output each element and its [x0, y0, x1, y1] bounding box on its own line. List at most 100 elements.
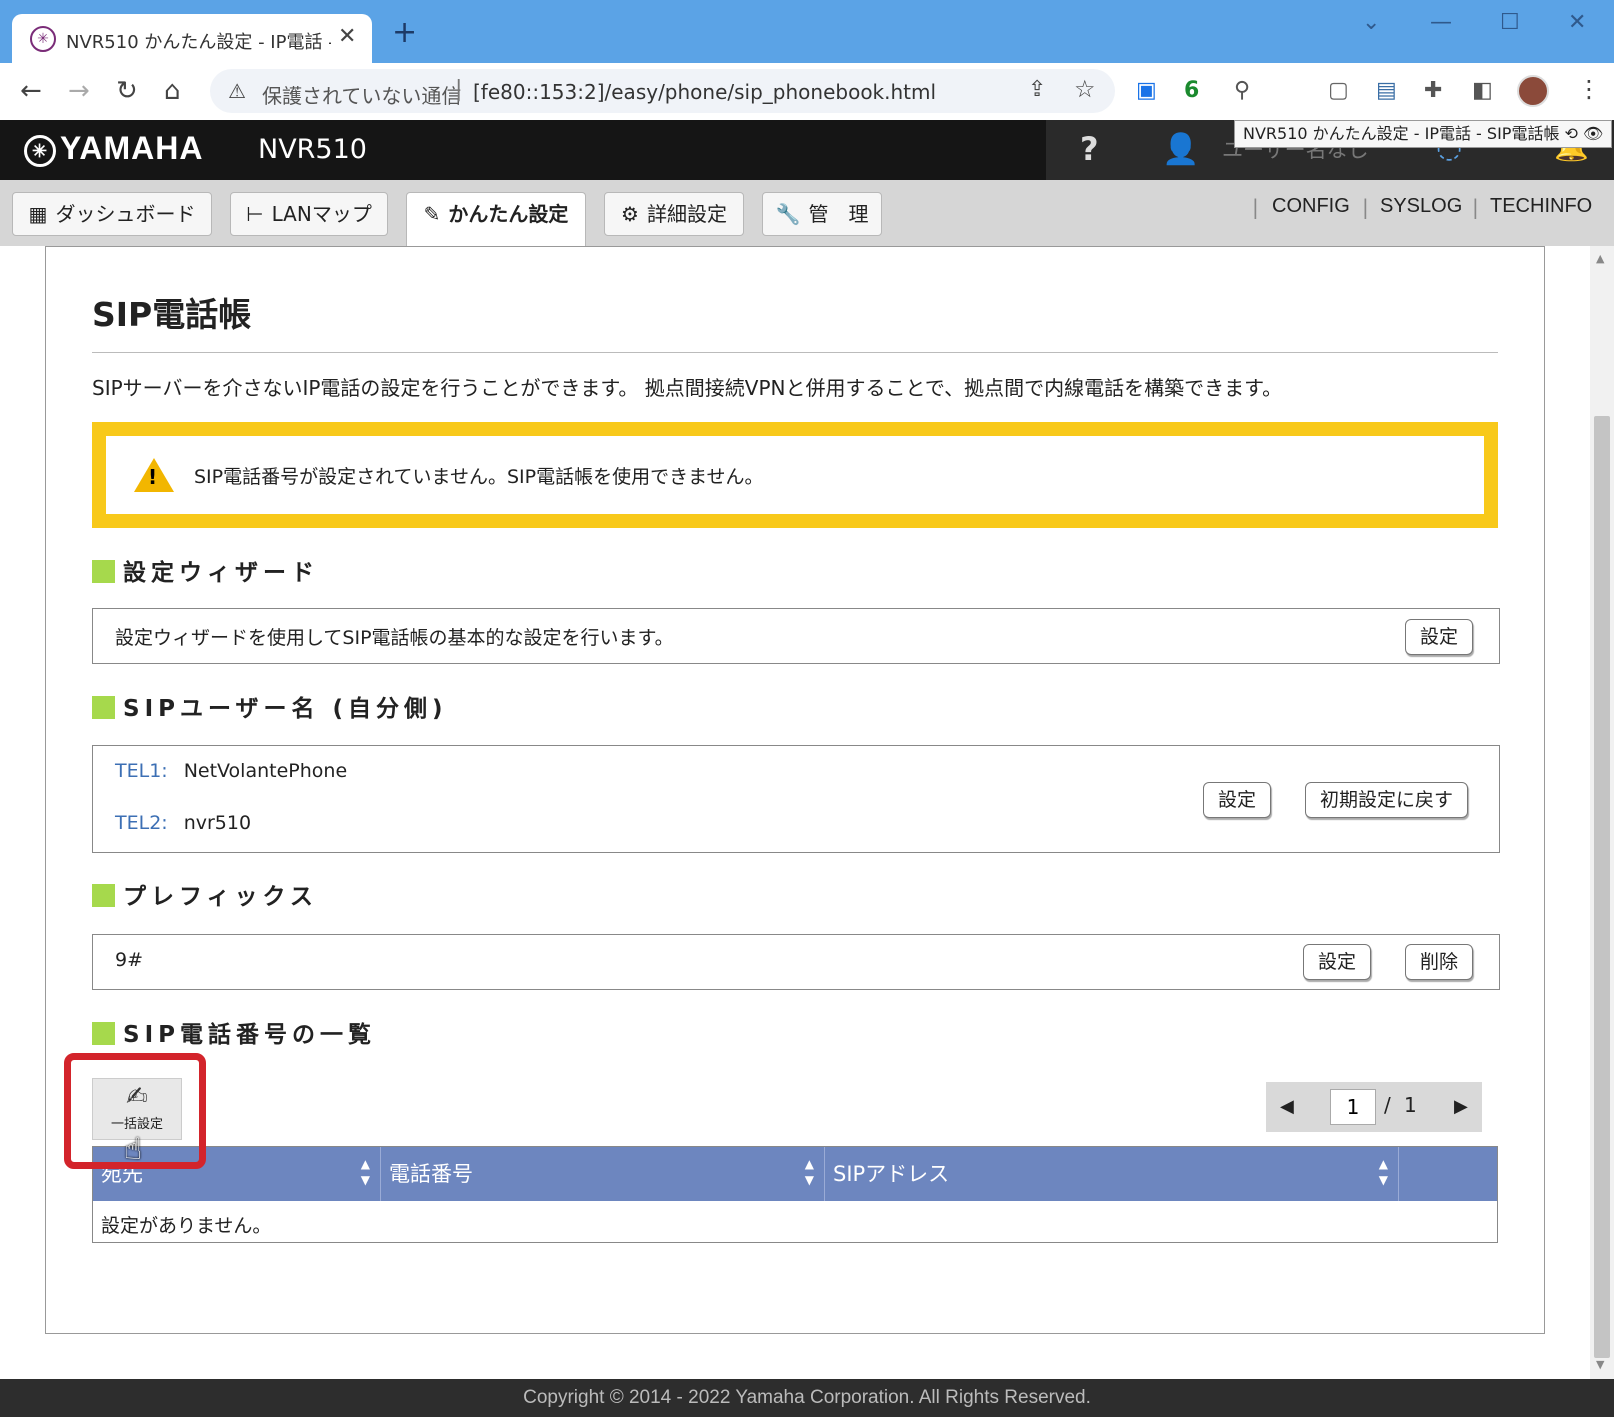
close-tab-icon[interactable]: ✕ [338, 24, 356, 49]
scroll-thumb[interactable] [1594, 416, 1610, 1358]
device-model: NVR510 [258, 134, 367, 165]
section-marker [92, 1022, 115, 1045]
section-heading-wizard: 設定ウィザード [92, 553, 319, 587]
alert-message: SIP電話番号が設定されていません。SIP電話帳を使用できません。 [194, 466, 764, 488]
sip-user-box: TEL1: NetVolantePhone TEL2: nvr510 設定 初期設定… [92, 745, 1500, 853]
page-number-input[interactable] [1330, 1089, 1376, 1125]
help-button[interactable]: ? [1080, 130, 1099, 168]
minimize-icon[interactable]: — [1430, 10, 1452, 35]
wizard-set-button[interactable]: 設定 [1405, 619, 1474, 655]
user-icon[interactable]: 👤 [1162, 132, 1199, 167]
prefix-value: 9# [115, 949, 144, 971]
wand-icon: ✎ [423, 202, 441, 226]
hand-cursor-icon: ☝ [124, 1132, 143, 1167]
prev-page-icon[interactable]: ◀ [1280, 1096, 1294, 1117]
menu-separator: | [1362, 195, 1369, 219]
browser-tab[interactable]: ✳ NVR510 かんたん設定 - IP電話 - SIP電話帳 ✕ [12, 14, 372, 64]
tel1-value: NetVolantePhone [183, 760, 348, 782]
scroll-down-icon[interactable]: ▼ [1596, 1358, 1604, 1371]
browser-tab-bar: ✳ NVR510 かんたん設定 - IP電話 - SIP電話帳 ✕ + ⌄ — … [0, 0, 1614, 64]
wizard-box: 設定ウィザードを使用してSIP電話帳の基本的な設定を行います。 設定 [92, 608, 1500, 664]
menu-separator: | [1252, 195, 1259, 219]
prefix-delete-button[interactable]: 削除 [1405, 944, 1474, 980]
omnibox[interactable]: ⚠ 保護されていない通信 | [fe80::153:2]/easy/phone/… [210, 69, 1115, 113]
yamaha-logo-icon: ✳ [24, 134, 56, 167]
section-marker [92, 560, 115, 583]
new-tab-button[interactable]: + [392, 18, 417, 48]
maximize-icon[interactable]: ☐ [1500, 10, 1520, 35]
tab-title: NVR510 かんたん設定 - IP電話 - SIP電話帳 [66, 32, 331, 53]
config-link[interactable]: CONFIG [1272, 195, 1350, 218]
extension-badge[interactable]: 6 [1184, 79, 1199, 103]
logo-text: YAMAHA [60, 130, 204, 166]
browser-menu-icon[interactable]: ⋮ [1577, 75, 1601, 103]
sip-user-set-button[interactable]: 設定 [1203, 782, 1272, 818]
sort-icon[interactable]: ▲ ▼ [361, 1156, 370, 1188]
page-scrollbar[interactable]: ▲ ▼ [1590, 246, 1614, 1379]
page-separator: / [1384, 1093, 1391, 1117]
close-window-icon[interactable]: ✕ [1568, 10, 1586, 35]
pin-icon[interactable]: ⚲ [1234, 79, 1250, 103]
extension-window-icon[interactable]: ▣ [1136, 79, 1157, 103]
browser-address-bar: ← → ↻ ⌂ ⚠ 保護されていない通信 | [fe80::153:2]/eas… [0, 63, 1614, 120]
warning-alert: ! SIP電話番号が設定されていません。SIP電話帳を使用できません。 [92, 422, 1498, 528]
wrench-icon: 🔧 [775, 202, 801, 226]
forward-icon[interactable]: → [68, 77, 90, 105]
line-extension-icon[interactable]: ▢ [1328, 79, 1349, 103]
side-panel-icon[interactable]: ◧ [1472, 79, 1493, 103]
sort-icon[interactable]: ▲ ▼ [1379, 1156, 1388, 1188]
pagination: ◀ / 1 ▶ [1266, 1082, 1482, 1132]
yamaha-favicon-icon: ✳ [30, 26, 56, 52]
section-marker [92, 696, 115, 719]
home-icon[interactable]: ⌂ [164, 77, 181, 105]
column-header-phone-number[interactable]: 電話番号 ▲ ▼ [381, 1147, 825, 1201]
title-divider [92, 352, 1498, 353]
sort-icon[interactable]: ▲ ▼ [805, 1156, 814, 1188]
prefix-box: 9# 設定 削除 [92, 934, 1500, 990]
profile-avatar[interactable] [1517, 75, 1549, 107]
techinfo-link[interactable]: TECHINFO [1490, 195, 1592, 218]
tel2-value: nvr510 [183, 812, 252, 834]
column-header-sip-address[interactable]: SIPアドレス ▲ ▼ [825, 1147, 1399, 1201]
wizard-description: 設定ウィザードを使用してSIP電話帳の基本的な設定を行います。 [115, 627, 674, 649]
syslog-link[interactable]: SYSLOG [1380, 195, 1462, 218]
tel1-label: TEL1: [115, 760, 168, 782]
share-icon[interactable]: ⇪ [1028, 77, 1046, 102]
warning-icon[interactable]: ⚠ [228, 79, 246, 103]
omnibox-separator: | [455, 77, 463, 102]
security-label[interactable]: 保護されていない通信 [262, 80, 461, 109]
scroll-up-icon[interactable]: ▲ [1596, 252, 1604, 265]
back-icon[interactable]: ← [20, 77, 42, 105]
prefix-set-button[interactable]: 設定 [1303, 944, 1372, 980]
tab-dashboard[interactable]: ▦ ダッシュボード [12, 192, 212, 236]
section-heading-prefix: プレフィックス [92, 877, 318, 911]
menu-separator: | [1472, 195, 1479, 219]
tab-tooltip: NVR510 かんたん設定 - IP電話 - SIP電話帳 ⟲ 👁 [1234, 120, 1613, 148]
gear-icon: ⚙ [621, 202, 639, 226]
section-marker [92, 884, 115, 907]
tab-management[interactable]: 🔧 管 理 [762, 192, 882, 236]
reload-icon[interactable]: ↻ [116, 77, 138, 105]
table-header: 宛先 ▲ ▼ 電話番号 ▲ ▼ SIPアドレス ▲ ▼ [93, 1147, 1497, 1201]
page-description: SIPサーバーを介さないIP電話の設定を行うことができます。 拠点間接続VPNと… [92, 376, 1283, 400]
section-heading-sip-user: SIPユーザー名 (自分側) [92, 689, 448, 723]
tab-easy-setup[interactable]: ✎ かんたん設定 [406, 192, 586, 246]
lanmap-icon: ⊢ [246, 202, 264, 226]
page-title: SIP電話帳 [92, 295, 252, 334]
warning-exclamation: ! [148, 465, 158, 489]
puzzle-icon[interactable]: ✚ [1424, 79, 1442, 103]
screenshot-extension-icon[interactable]: ▤ [1376, 79, 1397, 103]
bookmark-star-icon[interactable]: ☆ [1074, 75, 1096, 103]
url-text[interactable]: [fe80::153:2]/easy/phone/sip_phonebook.h… [473, 80, 936, 104]
empty-table-message: 設定がありません。 [101, 1215, 272, 1237]
footer-copyright: Copyright © 2014 - 2022 Yamaha Corporati… [0, 1379, 1614, 1417]
tel2-row: TEL2: nvr510 [115, 812, 251, 834]
tab-search-icon[interactable]: ⌄ [1362, 10, 1380, 35]
main-menu: ▦ ダッシュボード ⊢ LANマップ ✎ かんたん設定 ⚙ 詳細設定 🔧 管 理 | CO… [0, 180, 1614, 246]
tab-advanced-setup[interactable]: ⚙ 詳細設定 [604, 192, 744, 236]
sip-user-reset-button[interactable]: 初期設定に戻す [1305, 782, 1469, 818]
grid-icon: ▦ [28, 202, 48, 226]
next-page-icon[interactable]: ▶ [1454, 1096, 1468, 1117]
sip-number-table: 宛先 ▲ ▼ 電話番号 ▲ ▼ SIPアドレス ▲ ▼ 設定がありません。 [92, 1146, 1498, 1243]
tab-lanmap[interactable]: ⊢ LANマップ [230, 192, 388, 236]
